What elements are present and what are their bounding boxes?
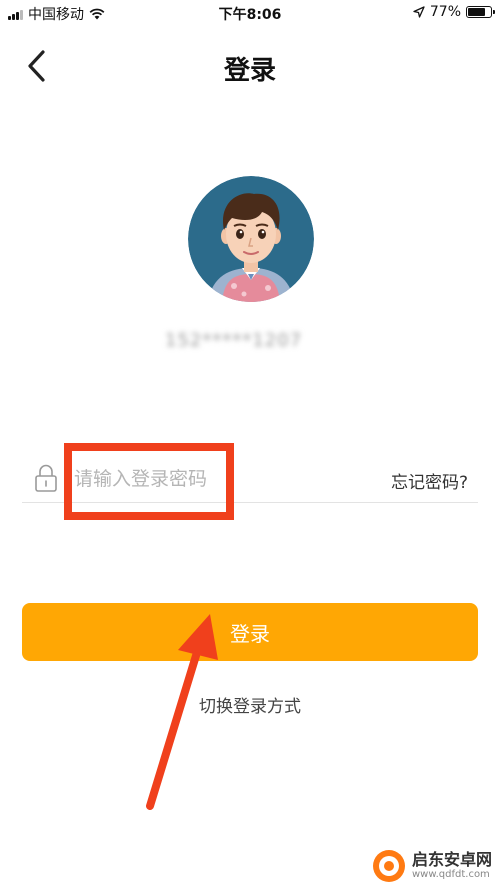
login-screen: 中国移动 下午8:06 77% 登录 152*****1207 忘记密码? 登录…: [0, 0, 500, 889]
lock-icon: [35, 464, 57, 492]
user-avatar-illustration: [188, 176, 314, 302]
battery-percent: 77%: [429, 4, 461, 20]
forgot-password-link[interactable]: 忘记密码?: [391, 468, 468, 493]
status-right: 77%: [413, 4, 495, 20]
watermark: 启东安卓网 www.qdfdt.com: [372, 849, 492, 883]
battery-icon: [466, 6, 495, 18]
watermark-logo-icon: [372, 850, 405, 882]
watermark-text: 启东安卓网 www.qdfdt.com: [412, 851, 492, 881]
page-title: 登录: [223, 56, 276, 86]
password-row: 忘记密码?: [22, 455, 478, 503]
login-button[interactable]: 登录: [22, 603, 478, 661]
battery-fill: [468, 8, 485, 16]
password-input[interactable]: [74, 461, 334, 497]
avatar: [188, 176, 314, 302]
status-bar: 中国移动 下午8:06 77%: [0, 0, 500, 26]
watermark-url: www.qdfdt.com: [411, 869, 490, 880]
account-number-masked: 152*****1207: [165, 330, 303, 351]
watermark-name: 启东安卓网: [411, 850, 492, 869]
location-arrow-icon: [413, 6, 425, 18]
switch-login-method-link[interactable]: 切换登录方式: [0, 692, 500, 717]
